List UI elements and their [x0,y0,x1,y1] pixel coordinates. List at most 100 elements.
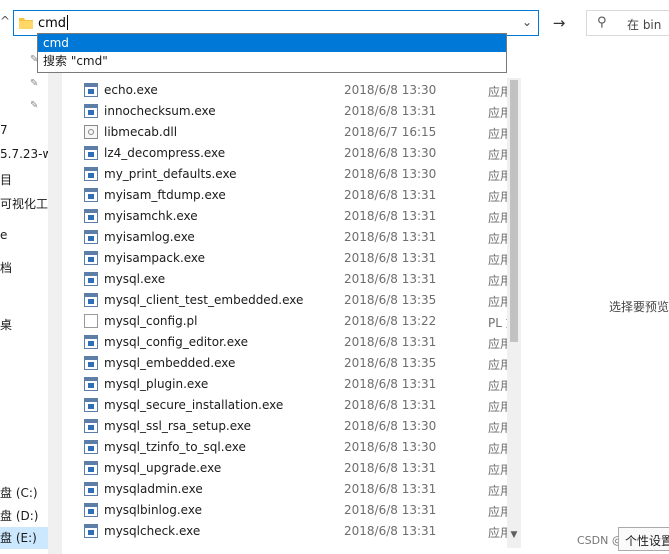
file-row[interactable]: mysql_plugin.exe 2018/6/8 13:31 应用 [62,374,507,395]
file-type: 应用 [488,505,507,519]
file-type: 应用 [488,274,507,288]
file-name: mysqladmin.exe [104,482,203,496]
file-date: 2018/6/8 13:31 [344,104,437,118]
exe-file-icon [84,335,98,349]
file-date: 2018/6/8 13:31 [344,398,437,412]
file-name: mysql_secure_installation.exe [104,398,284,412]
exe-file-icon [84,230,98,244]
file-row[interactable]: myisamlog.exe 2018/6/8 13:31 应用 [62,227,507,248]
file-type: 应用 [488,85,507,99]
file-date: 2018/6/8 13:31 [344,272,437,286]
nav-item[interactable]: 可视化工 [0,195,48,212]
file-type: PL 文 [488,316,507,330]
file-row[interactable]: mysql_config.pl 2018/6/8 13:22 PL 文 [62,311,507,332]
exe-file-icon [84,146,98,160]
file-date: 2018/6/8 13:31 [344,209,437,223]
file-row[interactable]: mysql_upgrade.exe 2018/6/8 13:31 应用 [62,458,507,479]
go-arrow-button[interactable]: → [548,12,570,34]
file-row[interactable]: myisam_ftdump.exe 2018/6/8 13:31 应用 [62,185,507,206]
file-type: 应用 [488,106,507,120]
file-row[interactable]: mysql_config_editor.exe 2018/6/8 13:31 应用 [62,332,507,353]
file-date: 2018/6/8 13:31 [344,335,437,349]
file-name: mysqlbinlog.exe [104,503,202,517]
file-type: 应用 [488,127,507,141]
search-icon: ⚲ [597,15,607,30]
file-date: 2018/6/8 13:30 [344,167,437,181]
file-name: mysqlcheck.exe [104,524,201,538]
file-name: myisampack.exe [104,251,206,265]
nav-item[interactable]: 目 [0,171,48,188]
file-row[interactable]: mysql_tzinfo_to_sql.exe 2018/6/8 13:30 应用 [62,437,507,458]
file-row[interactable]: lz4_decompress.exe 2018/6/8 13:30 应用 [62,143,507,164]
file-type: 应用 [488,295,507,309]
address-value: cmd [38,16,67,31]
file-row[interactable]: libmecab.dll 2018/6/7 16:15 应用 [62,122,507,143]
search-input[interactable]: ⚲ 在 bin [586,10,669,36]
file-row[interactable]: mysql_secure_installation.exe 2018/6/8 13… [62,395,507,416]
file-type: 应用 [488,379,507,393]
exe-file-icon [84,398,98,412]
tooltip: 个性设置 [618,527,669,551]
nav-item[interactable]: 5.7.23-w [0,147,48,161]
file-row[interactable]: mysqladmin.exe 2018/6/8 13:31 应用 [62,479,507,500]
file-row[interactable]: myisamchk.exe 2018/6/8 13:31 应用 [62,206,507,227]
text-caret [67,15,69,30]
autocomplete-item[interactable]: 搜索 "cmd" [38,52,506,70]
file-row[interactable]: echo.exe 2018/6/8 13:30 应用 [62,80,507,101]
file-name: libmecab.dll [104,125,178,139]
exe-file-icon [84,104,98,118]
exe-file-icon [84,83,98,97]
exe-file-icon [84,377,98,391]
exe-file-icon [84,251,98,265]
autocomplete-dropdown: cmd 搜索 "cmd" [37,33,507,73]
file-name: mysql_config.pl [104,314,198,328]
file-name: mysql_client_test_embedded.exe [104,293,304,307]
nav-item[interactable]: 7 [0,123,48,137]
nav-scrollbar[interactable] [48,48,62,554]
file-row[interactable]: mysql_ssl_rsa_setup.exe 2018/6/8 13:30 应用 [62,416,507,437]
file-date: 2018/6/7 16:15 [344,125,437,139]
pin-icon[interactable]: ✎ [30,78,40,90]
nav-item-drive-c[interactable]: 盘 (C:) [0,484,48,501]
pin-icon[interactable]: ✎ [30,100,40,112]
file-type: 应用 [488,526,507,540]
nav-item[interactable]: 档 [0,259,48,276]
file-row[interactable]: mysql.exe 2018/6/8 13:31 应用 [62,269,507,290]
file-row[interactable]: mysql_embedded.exe 2018/6/8 13:35 应用 [62,353,507,374]
file-row[interactable]: mysqlcheck.exe 2018/6/8 13:31 应用 [62,521,507,542]
file-type: 应用 [488,169,507,183]
scroll-down-icon[interactable]: ▼ [509,530,519,544]
preview-message: 选择要预览 [609,300,669,314]
preview-pane: 选择要预览 [521,48,669,554]
nav-item-drive-e[interactable]: 盘 (E:) [0,527,48,549]
file-row[interactable]: my_print_defaults.exe 2018/6/8 13:30 应用 [62,164,507,185]
file-name: mysql_upgrade.exe [104,461,222,475]
up-chevron-icon[interactable]: ^ [0,14,10,32]
folder-icon [19,18,33,29]
file-row[interactable]: innochecksum.exe 2018/6/8 13:31 应用 [62,101,507,122]
search-placeholder: 在 bin [627,18,662,32]
file-row[interactable]: mysqlbinlog.exe 2018/6/8 13:31 应用 [62,500,507,521]
file-name: myisamlog.exe [104,230,195,244]
file-row[interactable]: myisampack.exe 2018/6/8 13:31 应用 [62,248,507,269]
file-type: 应用 [488,400,507,414]
file-name: echo.exe [104,83,158,97]
exe-file-icon [84,293,98,307]
file-date: 2018/6/8 13:31 [344,230,437,244]
navigation-pane: ✎ ✎ ✎ 7 5.7.23-w 目 可视化工 e 档 桌 盘 (C:) 盘 (… [0,48,48,554]
scroll-thumb[interactable] [510,80,518,342]
nav-item[interactable]: 桌 [0,316,48,333]
file-name: mysql.exe [104,272,166,286]
file-row[interactable]: mysql_client_test_embedded.exe 2018/6/8 1… [62,290,507,311]
autocomplete-item[interactable]: cmd [38,34,506,52]
exe-file-icon [84,209,98,223]
file-name: innochecksum.exe [104,104,216,118]
nav-item[interactable]: e [0,228,48,242]
file-type: 应用 [488,211,507,225]
nav-item-drive-d[interactable]: 盘 (D:) [0,507,48,524]
file-name: mysql_ssl_rsa_setup.exe [104,419,252,433]
chevron-down-icon[interactable]: ⌄ [522,15,532,29]
file-type: 应用 [488,337,507,351]
file-name: my_print_defaults.exe [104,167,237,181]
file-list-scrollbar[interactable]: ▼ [507,78,521,548]
